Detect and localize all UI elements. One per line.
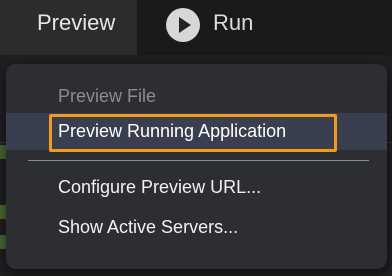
menu-item-preview-running-application[interactable]: Preview Running Application bbox=[6, 113, 387, 152]
preview-menu-label: Preview bbox=[37, 10, 116, 35]
menu-item-label: Show Active Servers... bbox=[58, 217, 239, 237]
preview-dropdown-menu: Preview File Preview Running Application… bbox=[6, 64, 387, 269]
run-button[interactable]: Run bbox=[160, 7, 280, 43]
menu-item-configure-preview-url[interactable]: Configure Preview URL... bbox=[6, 170, 387, 204]
menu-item-label: Preview Running Application bbox=[58, 121, 287, 141]
run-label: Run bbox=[213, 10, 254, 35]
preview-menu-button[interactable]: Preview bbox=[0, 0, 137, 55]
menu-item-show-active-servers[interactable]: Show Active Servers... bbox=[6, 210, 387, 244]
top-toolbar: Preview Run bbox=[0, 0, 392, 55]
menu-item-label: Configure Preview URL... bbox=[58, 177, 262, 197]
menu-item-label: Preview File bbox=[58, 86, 157, 106]
play-icon bbox=[166, 8, 200, 42]
menu-item-preview-file: Preview File bbox=[6, 79, 387, 113]
menu-separator bbox=[28, 160, 369, 161]
